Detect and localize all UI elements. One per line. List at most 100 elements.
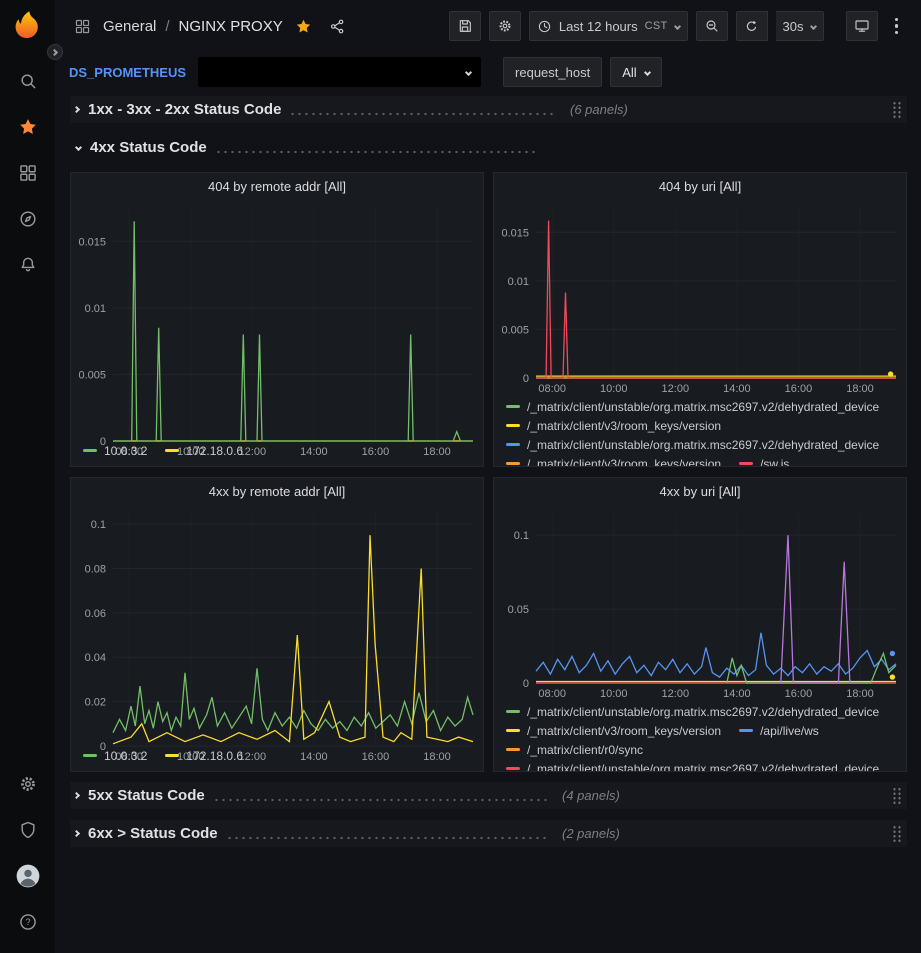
- svg-text:0.005: 0.005: [78, 369, 106, 381]
- datasource-variable-label[interactable]: DS_PROMETHEUS: [69, 65, 186, 80]
- dashboard-variables-bar: DS_PROMETHEUS request_host All: [55, 52, 921, 92]
- chart-area[interactable]: 08:0010:0012:0014:0016:0018:0000.0050.01…: [71, 200, 483, 440]
- legend-item[interactable]: /_matrix/client/r0/sync: [506, 743, 643, 757]
- request-host-dropdown[interactable]: All: [610, 57, 661, 87]
- legend-item[interactable]: 10.0.3.2: [83, 749, 147, 763]
- chart-area[interactable]: 08:0010:0012:0014:0016:0018:0000.0050.01…: [494, 200, 906, 396]
- legend-series-swatch: [506, 405, 520, 408]
- chevron-down-icon: [809, 22, 816, 29]
- panel-title[interactable]: 4xx by uri [All]: [494, 478, 906, 505]
- chevron-right-icon: [73, 830, 80, 837]
- favorite-star-icon[interactable]: [291, 13, 317, 39]
- legend-series-swatch: [165, 449, 179, 452]
- chart-area[interactable]: 08:0010:0012:0014:0016:0018:0000.050.1: [494, 505, 906, 701]
- legend-series-swatch: [506, 767, 520, 770]
- chart-area[interactable]: 08:0010:0012:0014:0016:0018:0000.020.040…: [71, 505, 483, 745]
- legend-series-label: /api/live/ws: [760, 724, 819, 738]
- refresh-interval-dropdown[interactable]: 30s: [776, 11, 824, 41]
- svg-text:0.005: 0.005: [501, 324, 529, 336]
- legend-series-swatch: [506, 443, 520, 446]
- kebab-menu-button[interactable]: [886, 18, 908, 35]
- row-panel-count: (6 panels): [570, 102, 628, 117]
- timezone-label: CST: [645, 20, 668, 32]
- svg-text:0.015: 0.015: [78, 236, 106, 248]
- svg-text:0.08: 0.08: [85, 563, 106, 575]
- refresh-interval-label: 30s: [783, 19, 804, 34]
- legend-item[interactable]: 10.0.3.2: [83, 444, 147, 458]
- grafana-logo-icon[interactable]: [11, 10, 45, 44]
- avatar[interactable]: [14, 862, 42, 890]
- search-icon[interactable]: [14, 67, 42, 95]
- datasource-select[interactable]: [198, 57, 481, 87]
- save-dashboard-button[interactable]: [449, 11, 481, 41]
- chevron-right-icon: [50, 48, 57, 55]
- gear-icon: [497, 18, 513, 34]
- legend-item[interactable]: /sw.js: [739, 457, 789, 467]
- refresh-button[interactable]: [736, 11, 768, 41]
- zoom-out-icon: [704, 18, 720, 34]
- panel-title[interactable]: 4xx by remote addr [All]: [71, 478, 483, 505]
- dashboards-icon[interactable]: [14, 159, 42, 187]
- time-range-picker[interactable]: Last 12 hours CST: [529, 11, 688, 41]
- request-host-label: request_host: [503, 57, 602, 87]
- help-icon[interactable]: ?: [14, 908, 42, 936]
- dotted-leader: [226, 836, 548, 840]
- breadcrumb-section[interactable]: General: [103, 18, 156, 35]
- top-navigation: General / NGINX PROXY Last 12 hours CST …: [55, 0, 921, 52]
- dashboard-settings-button[interactable]: [489, 11, 521, 41]
- dashboard-title[interactable]: NGINX PROXY: [179, 18, 283, 35]
- row-header-4xx[interactable]: 4xx Status Code: [70, 134, 907, 161]
- legend-series-label: /sw.js: [760, 457, 789, 467]
- legend-item[interactable]: /_matrix/client/unstable/org.matrix.msc2…: [506, 400, 879, 414]
- legend-item[interactable]: /_matrix/client/v3/room_keys/version: [506, 419, 721, 433]
- svg-text:18:00: 18:00: [846, 383, 874, 395]
- row-drag-handle[interactable]: [892, 825, 902, 843]
- legend-item[interactable]: 172.18.0.6: [165, 444, 243, 458]
- row-header-6xx[interactable]: 6xx > Status Code (2 panels): [70, 820, 907, 847]
- clock-icon: [537, 19, 552, 34]
- share-icon[interactable]: [325, 13, 351, 39]
- apps-grid-icon[interactable]: [69, 13, 95, 39]
- legend-item[interactable]: /_matrix/client/unstable/org.matrix.msc2…: [506, 705, 879, 719]
- alerting-bell-icon[interactable]: [14, 251, 42, 279]
- legend-item[interactable]: /_matrix/client/unstable/org.matrix.msc2…: [506, 438, 879, 452]
- starred-dashboards-icon[interactable]: [14, 113, 42, 141]
- legend-series-label: 172.18.0.6: [186, 444, 243, 458]
- svg-text:08:00: 08:00: [538, 688, 566, 700]
- settings-gear-icon[interactable]: [14, 770, 42, 798]
- legend-item[interactable]: /_matrix/client/unstable/org.matrix.msc2…: [506, 762, 879, 772]
- legend-series-swatch: [506, 729, 520, 732]
- zoom-out-button[interactable]: [696, 11, 728, 41]
- row-title: 4xx Status Code: [90, 139, 207, 156]
- save-icon: [457, 18, 473, 34]
- svg-text:16:00: 16:00: [785, 383, 813, 395]
- legend-series-label: /_matrix/client/unstable/org.matrix.msc2…: [527, 400, 879, 414]
- row-drag-handle[interactable]: [892, 101, 902, 119]
- legend-item[interactable]: /_matrix/client/v3/room_keys/version: [506, 724, 721, 738]
- legend-item[interactable]: /api/live/ws: [739, 724, 819, 738]
- cycle-view-button[interactable]: [846, 11, 878, 41]
- svg-text:14:00: 14:00: [723, 383, 751, 395]
- explore-compass-icon[interactable]: [14, 205, 42, 233]
- panel-title[interactable]: 404 by uri [All]: [494, 173, 906, 200]
- sidebar-expand-button[interactable]: [47, 44, 63, 60]
- legend-item[interactable]: /_matrix/client/v3/room_keys/version: [506, 457, 721, 467]
- legend-series-label: 10.0.3.2: [104, 444, 147, 458]
- legend-series-swatch: [83, 449, 97, 452]
- row-header-5xx[interactable]: 5xx Status Code (4 panels): [70, 782, 907, 809]
- server-admin-shield-icon[interactable]: [14, 816, 42, 844]
- svg-text:0: 0: [523, 373, 529, 385]
- legend-item[interactable]: 172.18.0.6: [165, 749, 243, 763]
- panel-title[interactable]: 404 by remote addr [All]: [71, 173, 483, 200]
- timeseries-graph[interactable]: 08:0010:0012:0014:0016:0018:0000.0050.01…: [71, 200, 483, 459]
- legend-series-swatch: [506, 748, 520, 751]
- panel-4xx-by-uri: 4xx by uri [All] 08:0010:0012:0014:0016:…: [493, 477, 907, 772]
- legend-series-label: 172.18.0.6: [186, 749, 243, 763]
- row-drag-handle[interactable]: [892, 787, 902, 805]
- timeseries-graph[interactable]: 08:0010:0012:0014:0016:0018:0000.020.040…: [71, 505, 483, 764]
- timeseries-graph[interactable]: 08:0010:0012:0014:0016:0018:0000.0050.01…: [494, 200, 906, 396]
- legend-series-label: /_matrix/client/r0/sync: [527, 743, 643, 757]
- dotted-leader: [213, 798, 548, 802]
- row-header-1xx-3xx-2xx[interactable]: 1xx - 3xx - 2xx Status Code (6 panels): [70, 96, 907, 123]
- timeseries-graph[interactable]: 08:0010:0012:0014:0016:0018:0000.050.1: [494, 505, 906, 701]
